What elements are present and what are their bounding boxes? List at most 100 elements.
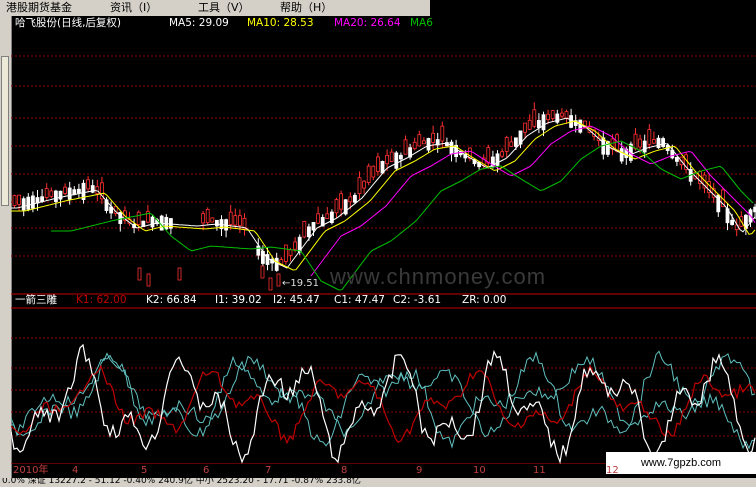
candle-body bbox=[26, 196, 31, 210]
date-label-10: 10 bbox=[473, 465, 486, 476]
scroll-thumb[interactable] bbox=[1, 56, 9, 206]
candle-body bbox=[412, 141, 417, 150]
candle-body bbox=[541, 114, 546, 131]
candle-body bbox=[306, 226, 311, 238]
low-candle-4 bbox=[268, 277, 273, 291]
date-label-11: 11 bbox=[533, 465, 546, 476]
stock-name-label: 哈飞股份(日线,后复权) bbox=[15, 17, 122, 29]
c1-label: C1: 47.47 bbox=[334, 294, 385, 306]
date-label-4: 4 bbox=[72, 465, 79, 476]
candle-body bbox=[339, 193, 344, 210]
candle-body bbox=[352, 194, 357, 203]
candle-body bbox=[546, 113, 550, 120]
k2-label: K2: 66.84 bbox=[146, 294, 197, 306]
price-panel bbox=[11, 102, 756, 291]
candle-body bbox=[136, 211, 141, 225]
candle-body bbox=[560, 112, 564, 117]
low-candle-5 bbox=[276, 273, 281, 287]
candle-body bbox=[523, 122, 527, 133]
candle-body bbox=[527, 119, 532, 130]
candle-body bbox=[44, 188, 49, 198]
candle-body bbox=[334, 199, 339, 214]
c2-label: C2: -3.61 bbox=[393, 294, 442, 306]
status-bar: 0.0% 深证 13227.2 - 51.12 -0.40% 240.9亿 中小… bbox=[0, 478, 756, 487]
candle-body bbox=[431, 132, 436, 143]
candle-body bbox=[357, 177, 362, 194]
low-price-marker: ←19.51 bbox=[282, 278, 320, 289]
candle-body bbox=[564, 111, 569, 119]
candle-body bbox=[385, 155, 390, 165]
candle-body bbox=[532, 109, 537, 127]
candle-body bbox=[348, 196, 353, 203]
date-label-8: 8 bbox=[341, 465, 348, 476]
menu-bar: 港股期货基金 资讯（I） 工具（V） 帮助（H） bbox=[0, 0, 430, 16]
candle-body bbox=[652, 139, 656, 144]
low-candle-1 bbox=[146, 273, 151, 287]
candle-body bbox=[500, 151, 505, 157]
candle-body bbox=[403, 139, 408, 155]
candle-body bbox=[449, 141, 454, 155]
candle-body bbox=[210, 217, 215, 223]
candle-body bbox=[283, 244, 288, 262]
candle-body bbox=[619, 148, 624, 162]
candle-body bbox=[421, 140, 426, 145]
candle-body bbox=[288, 249, 293, 256]
low-candle-2 bbox=[177, 267, 182, 281]
ma20-label: MA20: 26.64 bbox=[334, 17, 401, 29]
candle-body bbox=[362, 180, 367, 189]
ma60-label: MA6 bbox=[410, 17, 433, 29]
candle-body bbox=[150, 216, 155, 228]
candle-body bbox=[389, 151, 394, 162]
candle-body bbox=[371, 165, 376, 178]
candle-body bbox=[730, 219, 734, 226]
candle-body bbox=[12, 195, 17, 206]
candle-body bbox=[265, 254, 270, 265]
candle-body bbox=[316, 213, 321, 224]
date-label-5: 5 bbox=[141, 465, 148, 476]
candle-body bbox=[638, 138, 642, 148]
candle-body bbox=[30, 195, 35, 209]
candle-body bbox=[274, 257, 279, 271]
indicator-line-white bbox=[11, 343, 756, 464]
date-label-6: 6 bbox=[203, 465, 210, 476]
candle-body bbox=[366, 165, 371, 183]
date-label-12: 12 bbox=[606, 465, 619, 476]
k1-label: K1: 62.00 bbox=[76, 294, 127, 306]
ma20-line bbox=[310, 125, 756, 277]
date-axis: 2010年 4 5 6 7 8 9 10 11 12 bbox=[11, 464, 756, 478]
menu-item-tools[interactable]: 工具（V） bbox=[198, 0, 250, 16]
zr-label: ZR: 0.00 bbox=[462, 294, 507, 306]
date-label-2010: 2010年 bbox=[13, 465, 49, 476]
ma10-label: MA10: 28.53 bbox=[247, 17, 314, 29]
candle-body bbox=[642, 140, 647, 153]
candle-body bbox=[237, 215, 242, 227]
candle-body bbox=[293, 241, 298, 250]
candle-body bbox=[380, 160, 385, 174]
candle-body bbox=[40, 196, 45, 202]
candle-body bbox=[486, 147, 491, 164]
candle-body bbox=[647, 129, 652, 145]
menu-item-help[interactable]: 帮助（H） bbox=[280, 0, 332, 16]
ma5-label: MA5: 29.09 bbox=[169, 17, 229, 29]
candle-body bbox=[513, 137, 518, 147]
candle-body bbox=[49, 190, 54, 197]
grid-lines bbox=[11, 55, 756, 464]
indicator-name-label: 一箭三雕 bbox=[15, 294, 57, 306]
candle-body bbox=[86, 179, 90, 190]
low-candle-0 bbox=[137, 267, 142, 281]
candle-body bbox=[394, 152, 399, 169]
stock-chart-area[interactable] bbox=[11, 16, 756, 464]
candle-body bbox=[661, 138, 665, 147]
menu-item-news[interactable]: 资讯（I） bbox=[110, 0, 157, 16]
date-label-9: 9 bbox=[416, 465, 423, 476]
candle-body bbox=[417, 134, 422, 147]
candle-body bbox=[675, 157, 679, 162]
candle-body bbox=[398, 154, 403, 160]
candle-body bbox=[77, 188, 81, 194]
candle-body bbox=[375, 156, 380, 172]
index-ticker-text: 0.0% 深证 13227.2 - 51.12 -0.40% 240.9亿 中小… bbox=[2, 478, 361, 486]
date-label-7: 7 bbox=[265, 465, 272, 476]
candle-body bbox=[633, 133, 638, 150]
menu-item-hk-futures-funds[interactable]: 港股期货基金 bbox=[6, 0, 72, 16]
candle-body bbox=[656, 137, 661, 149]
